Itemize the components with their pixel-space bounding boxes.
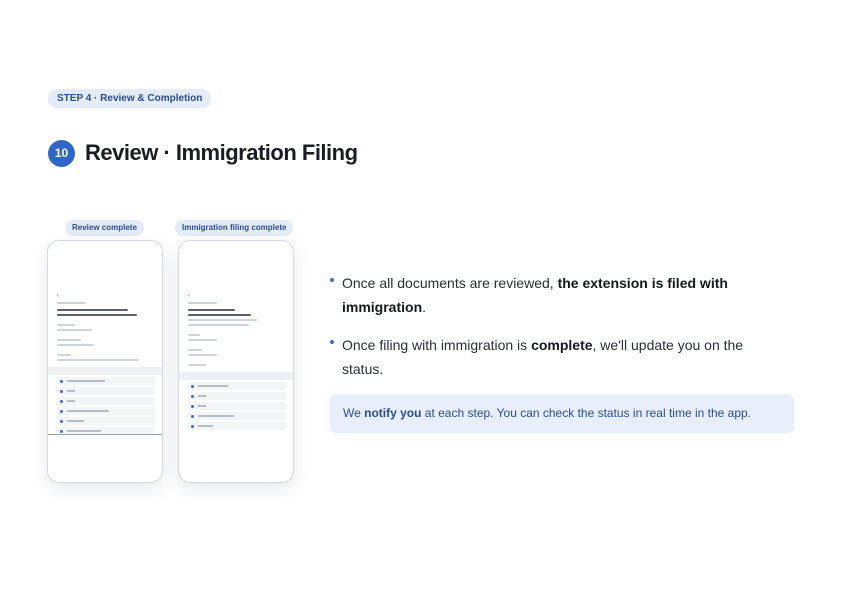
description-item: Once all documents are reviewed, the ext… bbox=[328, 271, 748, 319]
phone-label-filing: Immigration filing complete bbox=[175, 220, 294, 236]
phone-mockup-filing: ‹ bbox=[178, 240, 294, 483]
phone-mockup-review: ‹ bbox=[47, 240, 163, 483]
phone-label-review: Review complete bbox=[65, 220, 144, 236]
description-list: Once all documents are reviewed, the ext… bbox=[328, 271, 748, 395]
title-row: 10 Review · Immigration Filing bbox=[48, 139, 358, 167]
phone-screen-filing: ‹ bbox=[179, 241, 293, 431]
back-arrow-icon: ‹ bbox=[57, 293, 59, 299]
description-item: Once filing with immigration is complete… bbox=[328, 333, 748, 381]
page-title: Review · Immigration Filing bbox=[85, 140, 358, 165]
back-arrow-icon: ‹ bbox=[188, 293, 190, 299]
phone-screen-review: ‹ bbox=[48, 241, 162, 435]
section-number-badge: 10 bbox=[48, 139, 75, 167]
notice-box: We notify you at each step. You can chec… bbox=[330, 394, 794, 433]
step-pill: STEP 4 · Review & Completion bbox=[48, 89, 212, 108]
